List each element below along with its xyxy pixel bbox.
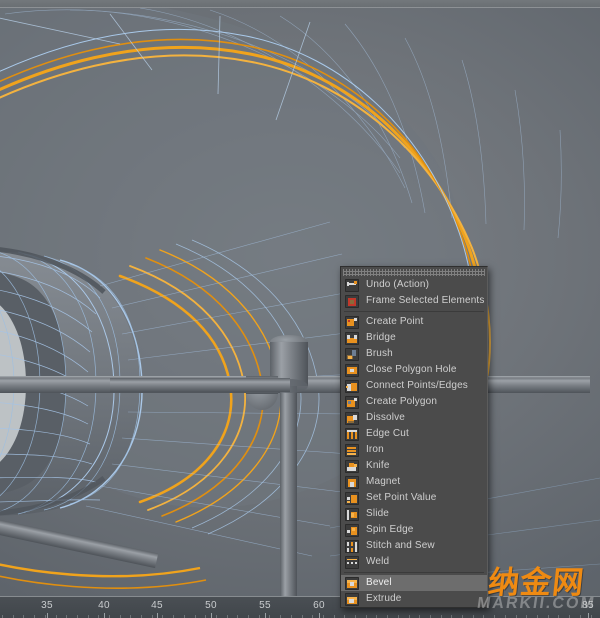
menu-item-label: Brush — [366, 346, 393, 362]
menu-item-stitch-and-sew[interactable]: Stitch and Sew — [341, 538, 487, 554]
create-polygon-icon — [345, 396, 359, 409]
menu-item-magnet[interactable]: Magnet — [341, 474, 487, 490]
ruler-tick-label: 85 — [582, 600, 594, 611]
menu-item-close-polygon-hole[interactable]: Close Polygon Hole — [341, 362, 487, 378]
ruler-tick-major — [104, 613, 105, 618]
frame-selected-icon — [345, 295, 359, 308]
menu-item-weld[interactable]: Weld — [341, 554, 487, 570]
menu-item-label: Create Polygon — [366, 394, 437, 410]
menu-item-dissolve[interactable]: Dissolve — [341, 410, 487, 426]
menu-item-extrude[interactable]: Extrude — [341, 591, 487, 607]
close-polygon-hole-icon — [345, 364, 359, 377]
perspective-viewport[interactable] — [0, 8, 600, 596]
knife-icon — [345, 460, 359, 473]
ruler-tick-label: 35 — [41, 600, 53, 611]
menu-item-label: Iron — [366, 442, 384, 458]
slide-icon — [345, 508, 359, 521]
menu-item-label: Bevel — [366, 575, 392, 591]
menu-item-label: Connect Points/Edges — [366, 378, 468, 394]
bridge-icon — [345, 332, 359, 345]
menu-item-label: Stitch and Sew — [366, 538, 435, 554]
menu-item-label: Dissolve — [366, 410, 405, 426]
ruler-tick-major — [157, 613, 158, 618]
magnet-icon — [345, 476, 359, 489]
ruler-tick-major — [588, 613, 589, 618]
menu-item-knife[interactable]: Knife — [341, 458, 487, 474]
create-point-icon — [345, 316, 359, 329]
menu-item-connect-points-edges[interactable]: Connect Points/Edges — [341, 378, 487, 394]
menu-item-bridge[interactable]: Bridge — [341, 330, 487, 346]
menu-item-label: Close Polygon Hole — [366, 362, 457, 378]
ruler-tick-label: 60 — [313, 600, 325, 611]
brush-icon — [345, 348, 359, 361]
menu-item-undo-action[interactable]: Undo (Action) — [341, 277, 487, 293]
menu-item-slide[interactable]: Slide — [341, 506, 487, 522]
window-top-strip — [0, 0, 600, 8]
extrude-icon — [345, 593, 359, 606]
ruler-tick-label: 50 — [205, 600, 217, 611]
ruler-tick-major — [319, 613, 320, 618]
ruler-tick-label: 55 — [259, 600, 271, 611]
connect-points-edges-icon — [345, 380, 359, 393]
menu-item-label: Bridge — [366, 330, 396, 346]
stitch-and-sew-icon — [345, 540, 359, 553]
edge-cut-icon — [345, 428, 359, 441]
dissolve-icon — [345, 412, 359, 425]
menu-item-set-point-value[interactable]: Set Point Value — [341, 490, 487, 506]
ruler-tick-major — [211, 613, 212, 618]
menu-item-label: Weld — [366, 554, 389, 570]
ruler-tick-label: 45 — [151, 600, 163, 611]
undo-icon — [345, 279, 359, 292]
menu-item-label: Spin Edge — [366, 522, 414, 538]
ruler-tick-label: 40 — [98, 600, 110, 611]
menu-item-label: Frame Selected Elements — [366, 293, 485, 309]
menu-item-create-point[interactable]: Create Point — [341, 314, 487, 330]
spin-edge-icon — [345, 524, 359, 537]
menu-item-label: Edge Cut — [366, 426, 409, 442]
set-point-value-icon — [345, 492, 359, 505]
menu-item-label: Extrude — [366, 591, 402, 607]
polygon-tools-context-menu[interactable]: Undo (Action)Frame Selected Elements Crea… — [340, 266, 488, 608]
menu-item-create-polygon[interactable]: Create Polygon — [341, 394, 487, 410]
menu-item-frame-selected-elements[interactable]: Frame Selected Elements — [341, 293, 487, 309]
menu-item-edge-cut[interactable]: Edge Cut — [341, 426, 487, 442]
bevel-icon — [345, 577, 359, 590]
menu-item-label: Magnet — [366, 474, 400, 490]
menu-item-spin-edge[interactable]: Spin Edge — [341, 522, 487, 538]
menu-item-label: Slide — [366, 506, 389, 522]
ruler-tick-major — [47, 613, 48, 618]
iron-icon — [345, 444, 359, 457]
menu-item-brush[interactable]: Brush — [341, 346, 487, 362]
context-menu-items: Undo (Action)Frame Selected Elements Crea… — [341, 277, 487, 607]
menu-item-label: Knife — [366, 458, 390, 474]
tear-off-handle-icon[interactable] — [343, 269, 485, 276]
menu-separator — [344, 311, 484, 312]
menu-item-bevel[interactable]: Bevel — [341, 575, 487, 591]
menu-item-label: Create Point — [366, 314, 423, 330]
menu-item-label: Set Point Value — [366, 490, 436, 506]
menu-item-label: Undo (Action) — [366, 277, 429, 293]
weld-icon — [345, 556, 359, 569]
ruler-tick-major — [265, 613, 266, 618]
viewport-scene — [0, 8, 600, 596]
menu-item-iron[interactable]: Iron — [341, 442, 487, 458]
menu-separator — [344, 572, 484, 573]
timeline-ruler[interactable]: 35 40 45 50 55 60 85 — [0, 596, 600, 618]
app-window: Undo (Action)Frame Selected Elements Crea… — [0, 0, 600, 618]
